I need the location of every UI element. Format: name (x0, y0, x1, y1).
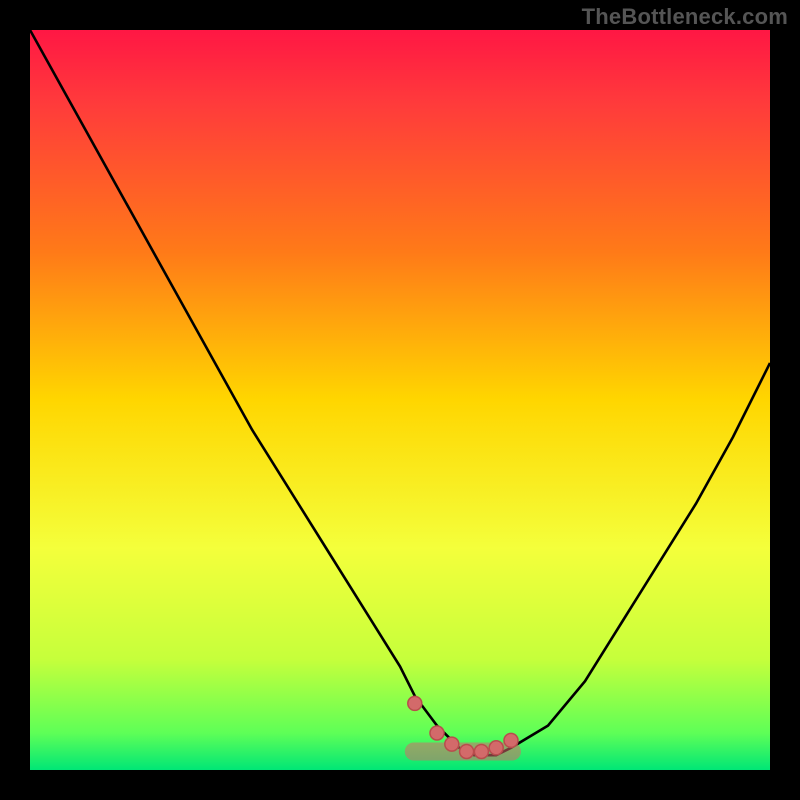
watermark-text: TheBottleneck.com (582, 4, 788, 30)
chart-plot-area (30, 30, 770, 770)
sweet-spot-point (474, 745, 488, 759)
sweet-spot-point (445, 737, 459, 751)
bottleneck-chart (30, 30, 770, 770)
sweet-spot-point (408, 696, 422, 710)
sweet-spot-point (504, 733, 518, 747)
sweet-spot-point (489, 741, 503, 755)
sweet-spot-point (430, 726, 444, 740)
gradient-background (30, 30, 770, 770)
sweet-spot-point (460, 745, 474, 759)
